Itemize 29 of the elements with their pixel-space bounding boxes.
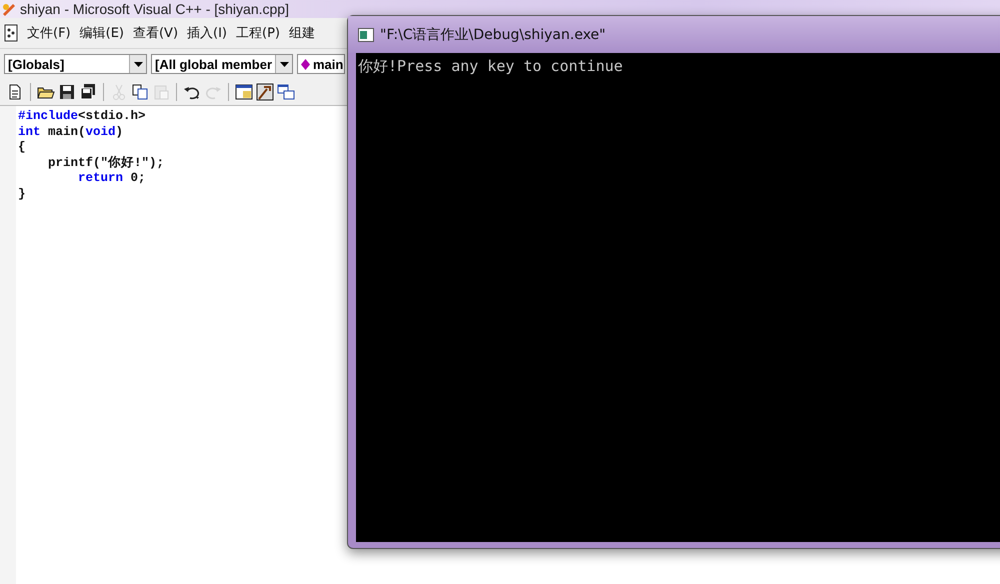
combo-box[interactable]: [Globals] xyxy=(4,54,147,74)
code-line: printf("你好!"); xyxy=(47,156,164,171)
combo-box[interactable]: [All global member xyxy=(151,54,293,74)
copy-icon[interactable] xyxy=(131,83,149,101)
menu-item[interactable]: 组建 xyxy=(289,24,315,42)
app-icon xyxy=(2,2,16,16)
code-line: #include<stdio.h> xyxy=(18,109,147,124)
code-line: return 0; xyxy=(77,171,147,186)
menu-item[interactable]: 编辑(E) xyxy=(80,24,124,42)
dropdown-arrow-icon[interactable] xyxy=(134,62,142,66)
console-output: 你好!Press any key to continue xyxy=(358,57,623,75)
save-icon[interactable] xyxy=(58,83,76,101)
workspace-icon[interactable] xyxy=(235,83,253,101)
grip-icon xyxy=(4,24,18,42)
save-all-icon[interactable] xyxy=(79,83,97,101)
menu-item[interactable]: 文件(F) xyxy=(27,24,71,42)
dropdown-arrow-icon[interactable] xyxy=(280,62,288,66)
hammer-window-icon[interactable] xyxy=(256,83,274,101)
window-title: "F:\C语言作业\Debug\shiyan.exe" xyxy=(380,26,606,44)
console-icon xyxy=(358,28,374,42)
code-line: { xyxy=(18,140,27,156)
code-line: int main(void) xyxy=(18,124,124,140)
menu-item[interactable]: 查看(V) xyxy=(132,24,178,42)
window-title: shiyan - Microsoft Visual C++ - [shiyan.cpp] xyxy=(20,1,289,17)
combo-box[interactable]: main xyxy=(297,54,345,74)
windows-icon[interactable] xyxy=(277,83,295,101)
menu-item[interactable]: 工程(P) xyxy=(236,24,280,42)
code-line: } xyxy=(18,186,27,202)
menu-item[interactable]: 插入(I) xyxy=(187,24,228,42)
